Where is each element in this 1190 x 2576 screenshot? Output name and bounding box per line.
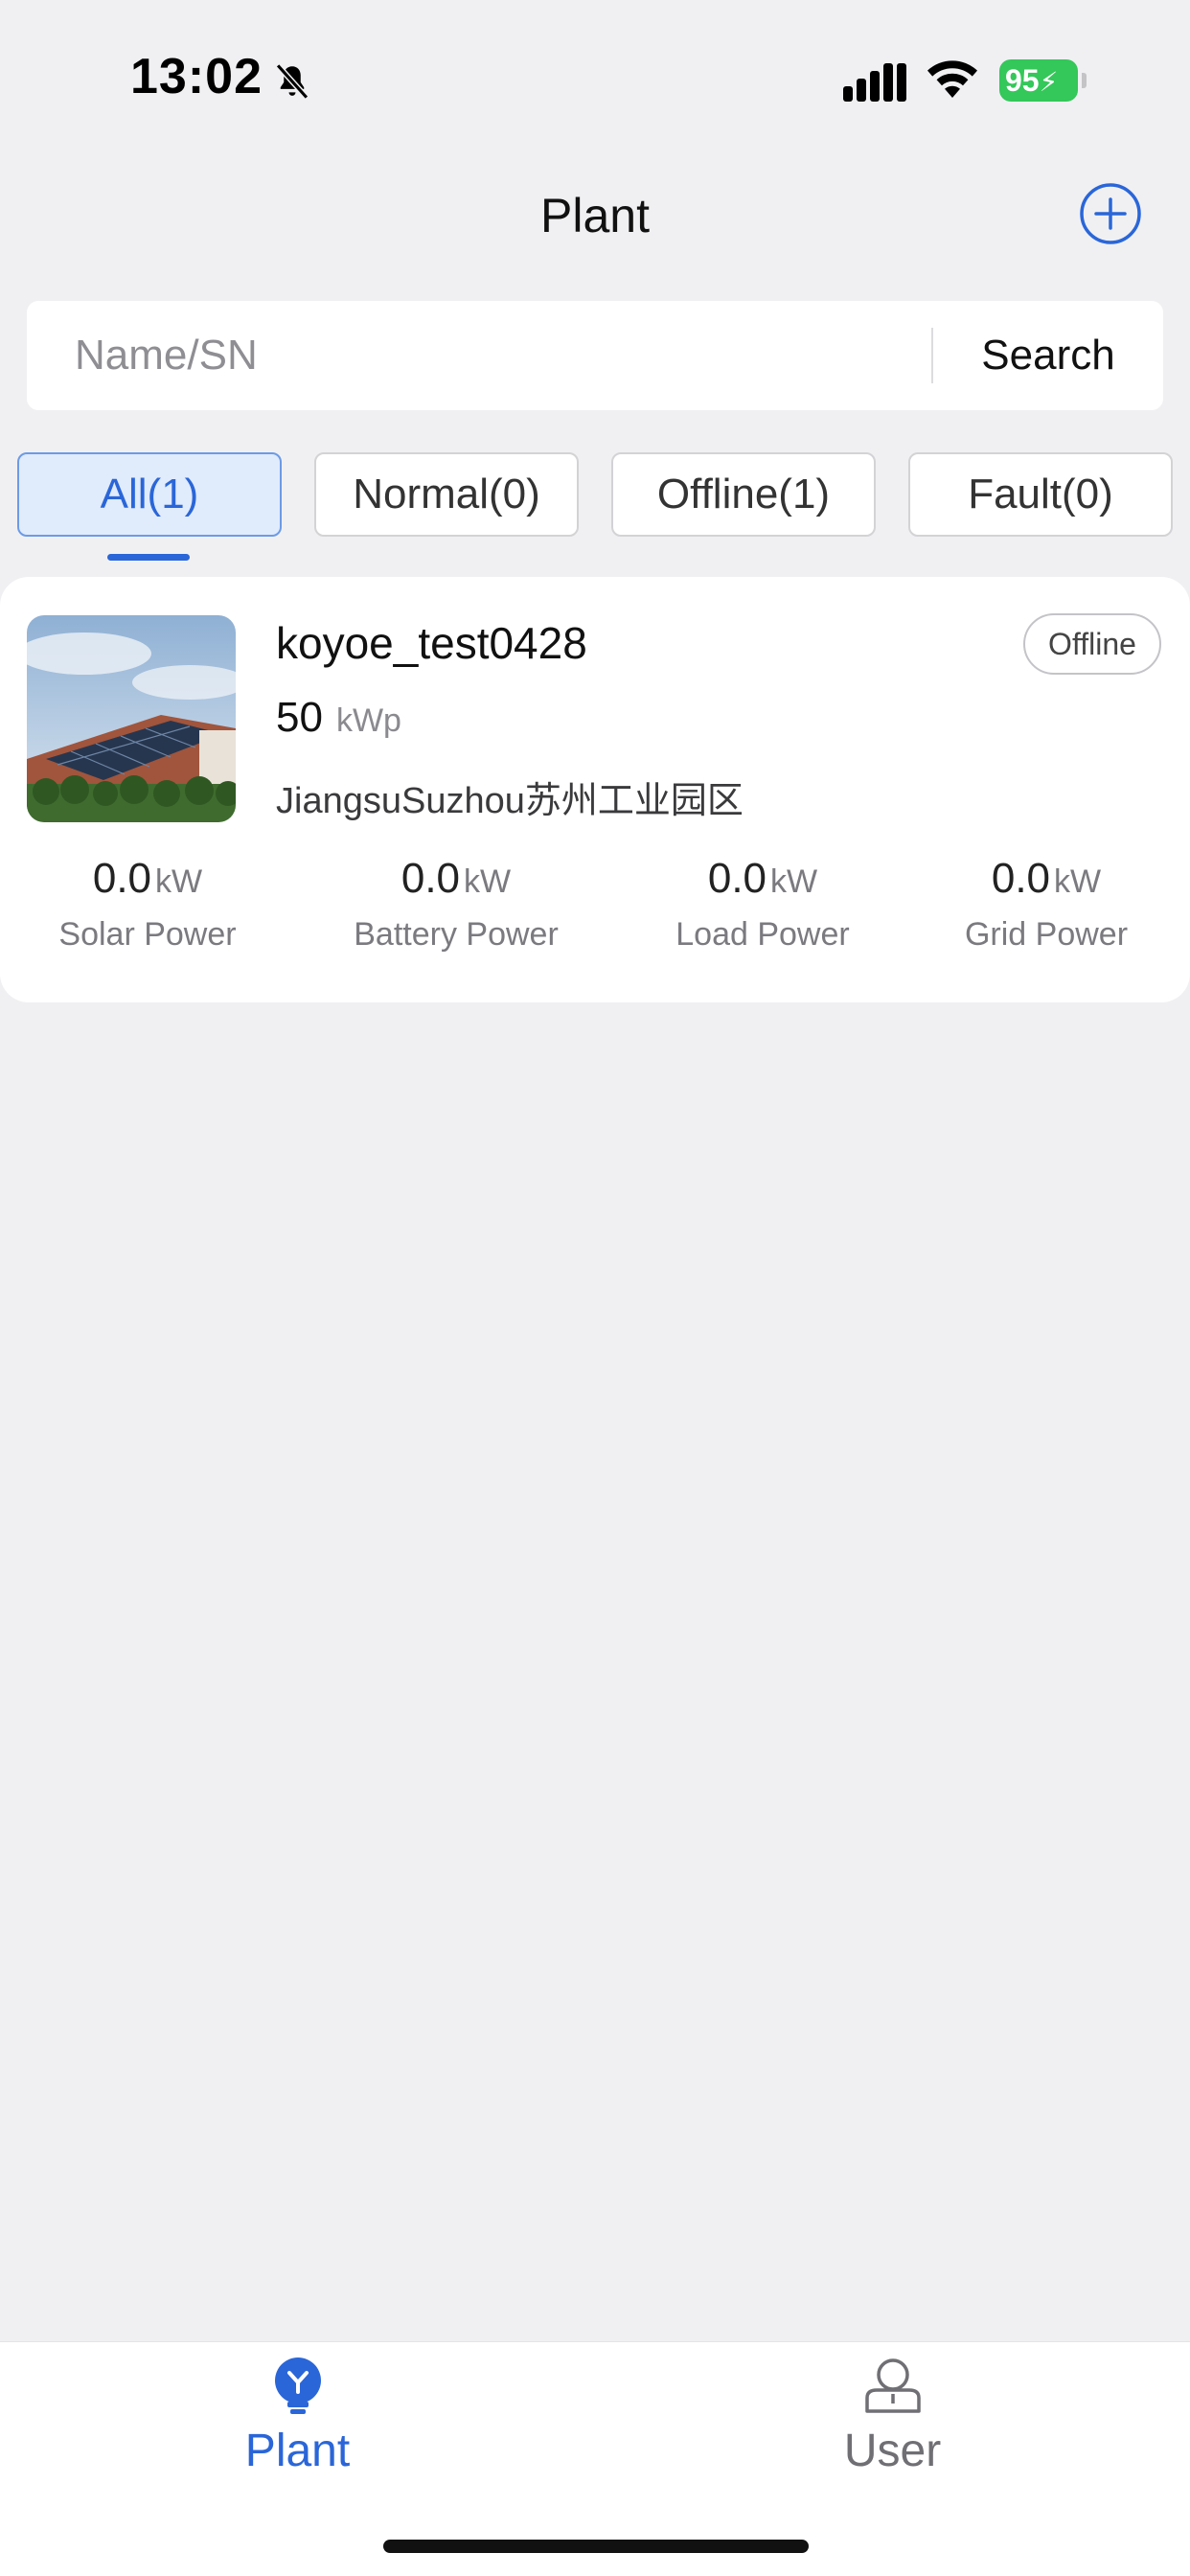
nav-label: User <box>843 2426 942 2476</box>
tab-offline[interactable]: Offline(1) <box>611 452 876 537</box>
tab-all[interactable]: All(1) <box>17 452 282 537</box>
tab-normal[interactable]: Normal(0) <box>314 452 579 537</box>
metric-battery-power: 0.0 kW Battery Power <box>322 855 590 954</box>
metric-load-power: 0.0 kW Load Power <box>629 855 897 954</box>
metric-unit: kW <box>770 863 818 900</box>
search-bar: Search <box>27 301 1163 410</box>
wifi-icon <box>927 60 977 98</box>
home-indicator <box>383 2540 809 2553</box>
active-tab-indicator <box>107 554 190 561</box>
user-icon <box>865 2358 921 2413</box>
metric-unit: kW <box>1054 863 1102 900</box>
metric-value: 0.0 <box>400 855 461 902</box>
nav-plant[interactable]: Plant <box>0 2342 595 2505</box>
plant-capacity: 50 kWp <box>276 694 401 742</box>
status-bar: 13:02 95⚡ <box>0 0 1190 144</box>
search-button[interactable]: Search <box>933 301 1163 410</box>
metric-label: Battery Power <box>354 916 559 953</box>
cellular-signal-icon <box>843 63 906 102</box>
status-time: 13:02 <box>130 49 263 104</box>
metric-label: Load Power <box>675 916 850 953</box>
metric-grid-power: 0.0 kW Grid Power <box>912 855 1180 954</box>
metric-value: 0.0 <box>707 855 767 902</box>
bell-slash-icon <box>275 63 309 100</box>
tab-fault[interactable]: Fault(0) <box>908 452 1173 537</box>
metric-label: Grid Power <box>964 916 1129 953</box>
capacity-value: 50 <box>276 694 323 741</box>
status-badge: Offline <box>1023 613 1161 675</box>
metric-value: 0.0 <box>991 855 1051 902</box>
metric-unit: kW <box>155 863 203 900</box>
plant-location: JiangsuSuzhou苏州工业园区 <box>276 781 744 821</box>
plant-photo <box>27 615 236 822</box>
search-input[interactable] <box>75 301 937 410</box>
plant-name: koyoe_test0428 <box>276 618 587 668</box>
plant-card[interactable]: koyoe_test0428 Offline 50 kWp JiangsuSuzh… <box>0 577 1190 1002</box>
plant-bulb-icon <box>275 2358 321 2414</box>
metric-solar-power: 0.0 kW Solar Power <box>13 855 282 954</box>
battery-level: 95 <box>1005 63 1040 98</box>
page-title: Plant <box>540 189 650 242</box>
nav-label: Plant <box>244 2426 351 2476</box>
nav-user[interactable]: User <box>595 2342 1190 2505</box>
capacity-unit: kWp <box>335 702 401 739</box>
metric-unit: kW <box>464 863 512 900</box>
metric-label: Solar Power <box>58 916 237 953</box>
add-plant-button[interactable] <box>1079 182 1142 245</box>
metric-value: 0.0 <box>92 855 152 902</box>
battery-charging-icon: 95⚡ <box>999 59 1087 102</box>
